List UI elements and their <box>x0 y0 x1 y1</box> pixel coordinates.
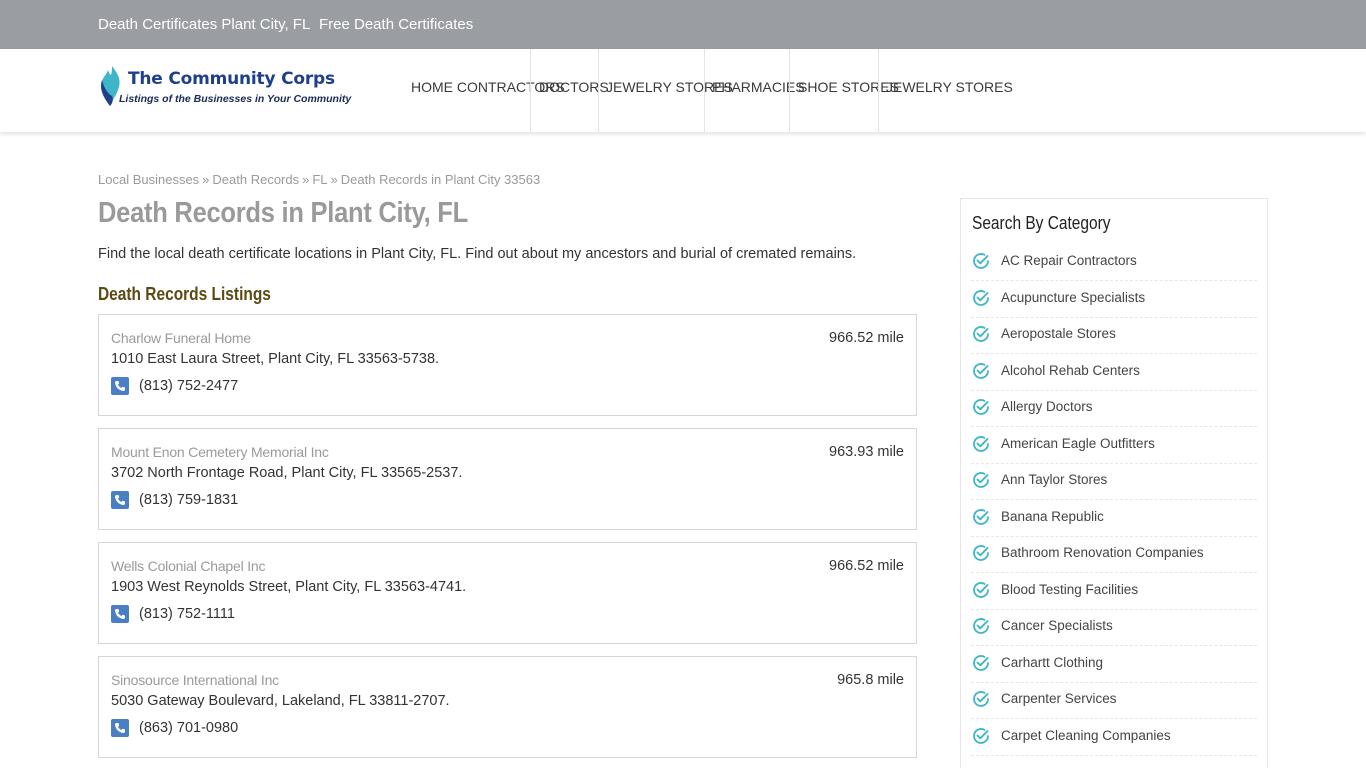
nav-divider <box>530 49 531 132</box>
sidebar-category-label: Alcohol Rehab Centers <box>1001 362 1140 378</box>
nav-item-pharmacies[interactable]: PHARMACIES <box>712 49 805 132</box>
breadcrumb-separator: » <box>330 172 338 187</box>
listing-address: 3702 North Frontage Road, Plant City, FL… <box>111 465 463 481</box>
phone-icon <box>111 377 129 395</box>
sidebar-category-label: Carpenter Services <box>1001 691 1117 706</box>
sidebar-category-label: American Eagle Outfitters <box>1001 435 1155 451</box>
nav-item-shoe-stores[interactable]: SHOE STORES <box>798 49 899 132</box>
listing-card: Mount Enon Cemetery Memorial Inc 963.93 … <box>98 428 917 530</box>
listing-distance: 963.93 mile <box>829 444 904 460</box>
top-bar: Death Certificates Plant City, FL Free D… <box>0 0 1366 49</box>
page-intro: Find the local death certificate locatio… <box>98 246 857 262</box>
sidebar-category-item[interactable]: Banana Republic <box>971 501 1257 537</box>
listing-phone[interactable]: (863) 701-0980 <box>139 720 238 736</box>
listing-phone[interactable]: (813) 759-1831 <box>139 492 238 508</box>
sidebar-category-item[interactable]: Acupuncture Specialists <box>971 282 1257 318</box>
sidebar-category-label: Bathroom Renovation Companies <box>1001 545 1204 560</box>
listing-address: 5030 Gateway Boulevard, Lakeland, FL 338… <box>111 693 450 709</box>
breadcrumb-separator: » <box>302 172 310 187</box>
check-circle-icon <box>971 689 991 714</box>
listing-name[interactable]: Mount Enon Cemetery Memorial Inc <box>111 444 329 460</box>
listing-distance: 966.52 mile <box>829 558 904 574</box>
sidebar-category-label: Acupuncture Specialists <box>1001 289 1146 305</box>
sidebar-category-label: Aeropostale Stores <box>1001 326 1116 341</box>
sidebar-category-item[interactable]: Blood Testing Facilities <box>971 574 1257 610</box>
check-circle-icon <box>971 616 991 641</box>
page-title: Death Records in Plant City, FL <box>98 197 468 229</box>
breadcrumb-current[interactable]: Death Records in Plant City 33563 <box>341 172 540 187</box>
nav-divider <box>878 49 879 132</box>
check-circle-icon <box>971 726 991 751</box>
nav-divider <box>789 49 790 132</box>
check-circle-icon <box>971 361 991 386</box>
breadcrumb: Local Businesses» Death Records» FL» Death … <box>98 172 540 187</box>
category-sidebar: Search By Category AC Repair Contractors… <box>960 198 1268 768</box>
listing-distance: 965.8 mile <box>837 672 904 688</box>
sidebar-category-item[interactable]: Carpenter Services <box>971 683 1257 719</box>
check-circle-icon <box>971 470 991 495</box>
listing-address: 1903 West Reynolds Street, Plant City, F… <box>111 579 467 595</box>
listing-address: 1010 East Laura Street, Plant City, FL 3… <box>111 351 440 367</box>
sidebar-category-label: Banana Republic <box>1001 508 1104 524</box>
sidebar-category-item[interactable]: Cancer Specialists <box>971 610 1257 646</box>
sidebar-category-item[interactable]: Carpet Cleaning Companies <box>971 720 1257 756</box>
sidebar-category-label: AC Repair Contractors <box>1001 253 1137 268</box>
check-circle-icon <box>971 434 991 459</box>
sidebar-category-item[interactable]: Aeropostale Stores <box>971 318 1257 354</box>
check-circle-icon <box>971 653 991 678</box>
topbar-link-free-death-certificates[interactable]: Free Death Certificates <box>319 16 473 33</box>
sidebar-category-item[interactable]: American Eagle Outfitters <box>971 428 1257 464</box>
nav-item-doctors[interactable]: DOCTORS <box>539 49 609 132</box>
sidebar-category-label: Blood Testing Facilities <box>1001 581 1139 597</box>
nav-divider <box>598 49 599 132</box>
sidebar-category-item[interactable]: Carhartt Clothing <box>971 647 1257 683</box>
sidebar-category-item[interactable]: Alcohol Rehab Centers <box>971 355 1257 391</box>
sidebar-category-label: Ann Taylor Stores <box>1001 472 1108 487</box>
breadcrumb-local-businesses[interactable]: Local Businesses <box>98 172 199 187</box>
sidebar-category-item[interactable]: Bathroom Renovation Companies <box>971 537 1257 573</box>
listing-name[interactable]: Charlow Funeral Home <box>111 330 251 346</box>
check-circle-icon <box>971 397 991 422</box>
listing-phone[interactable]: (813) 752-2477 <box>139 378 238 394</box>
sidebar-category-label: Cancer Specialists <box>1001 618 1113 633</box>
listing-name[interactable]: Sinosource International Inc <box>111 672 279 688</box>
sidebar-category-label: Allergy Doctors <box>1001 399 1093 414</box>
site-header: The Community Corps Listings of the Busi… <box>0 49 1366 132</box>
listings-heading: Death Records Listings <box>98 284 271 304</box>
listing-phone[interactable]: (813) 752-1111 <box>139 606 235 622</box>
check-circle-icon <box>971 507 991 532</box>
logo-title: The Community Corps <box>128 69 335 89</box>
sidebar-title: Search By Category <box>972 213 1111 233</box>
topbar-link-death-certificates[interactable]: Death Certificates Plant City, FL <box>98 16 310 33</box>
phone-icon <box>111 719 129 737</box>
phone-icon <box>111 491 129 509</box>
check-circle-icon <box>971 543 991 568</box>
listing-card: Wells Colonial Chapel Inc 966.52 mile 19… <box>98 542 917 644</box>
breadcrumb-separator: » <box>202 172 210 187</box>
listing-card: Charlow Funeral Home 966.52 mile 1010 Ea… <box>98 314 917 416</box>
check-circle-icon <box>971 324 991 349</box>
sidebar-category-label: Carhartt Clothing <box>1001 654 1104 670</box>
sidebar-category-item[interactable]: Ann Taylor Stores <box>971 464 1257 500</box>
nav-item-jewelry-stores[interactable]: JEWELRY STORES <box>606 49 733 132</box>
check-circle-icon <box>971 288 991 313</box>
breadcrumb-fl[interactable]: FL <box>312 172 327 187</box>
logo-tagline: Listings of the Businesses in Your Commu… <box>119 93 352 105</box>
listing-name[interactable]: Wells Colonial Chapel Inc <box>111 558 265 574</box>
sidebar-category-label: Carpet Cleaning Companies <box>1001 727 1171 743</box>
sidebar-category-item[interactable]: AC Repair Contractors <box>971 245 1257 281</box>
check-circle-icon <box>971 580 991 605</box>
nav-item-home-contractors[interactable]: HOME CONTRACTORS <box>411 49 565 132</box>
nav-divider <box>704 49 705 132</box>
phone-icon <box>111 605 129 623</box>
listing-distance: 966.52 mile <box>829 330 904 346</box>
breadcrumb-death-records[interactable]: Death Records <box>212 172 299 187</box>
site-logo[interactable]: The Community Corps Listings of the Busi… <box>98 64 351 110</box>
listing-card: Sinosource International Inc 965.8 mile … <box>98 656 917 758</box>
check-circle-icon <box>971 251 991 276</box>
nav-item-jewelry-stores-2[interactable]: JEWELRY STORES <box>886 49 1013 132</box>
sidebar-category-item[interactable]: Allergy Doctors <box>971 391 1257 427</box>
